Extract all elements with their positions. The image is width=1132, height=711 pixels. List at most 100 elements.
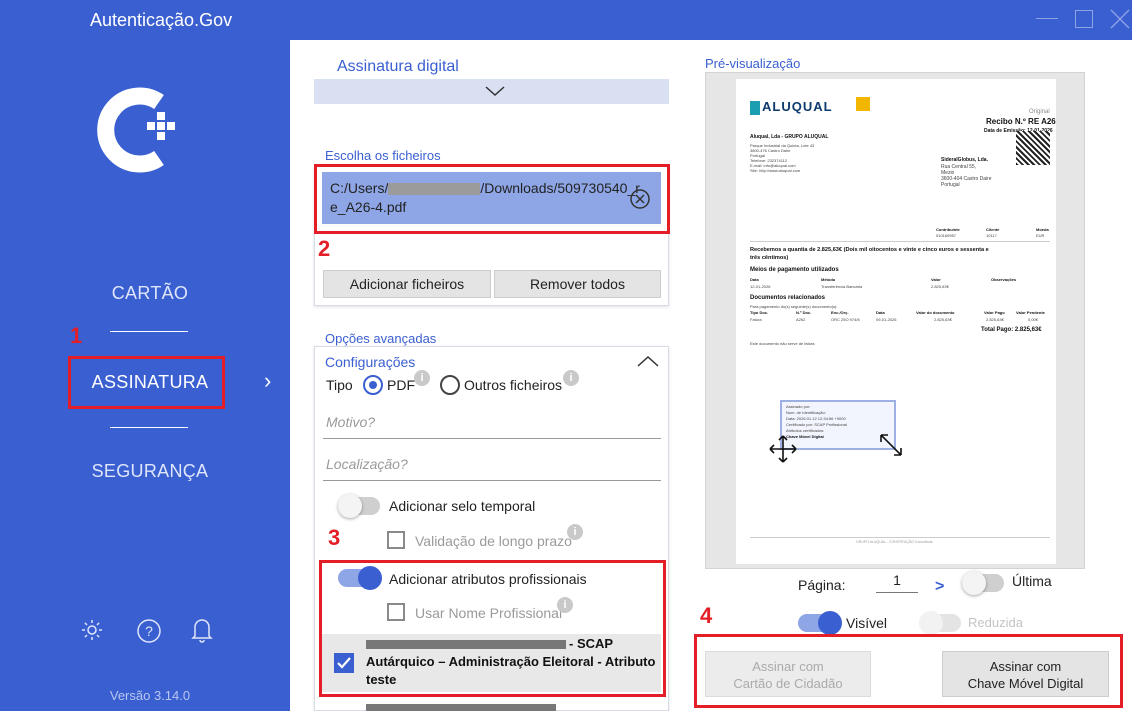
sign-cmd-line-1: Assinar com (989, 659, 1062, 674)
doc-docs-h5: Valor do documento (916, 310, 955, 315)
sig-line-1: Assinado por: (786, 404, 811, 409)
doc-h-contrib: Contribuinte (936, 227, 960, 232)
type-label: Tipo (326, 377, 353, 393)
add-files-button[interactable]: Adicionar ficheiros (323, 270, 491, 298)
maximize-icon[interactable] (1075, 10, 1093, 28)
doc-brand: ALUQUAL (762, 99, 833, 114)
doc-pay-v1: 12-01-2026 (750, 284, 771, 289)
radio-dot (369, 381, 377, 389)
toggle-knob (919, 611, 943, 635)
chevron-right-icon: › (264, 368, 272, 393)
doc-docs-v6: 2.825,63€ (986, 317, 1004, 322)
doc-note: Este documento não serve de fatura (750, 341, 815, 346)
sig-line-4: Certificado por: SCAP Profissional (786, 422, 847, 427)
doc-h-client: Cliente (986, 227, 1000, 232)
app-logo-icon (97, 87, 175, 173)
page-label: Página: (798, 577, 846, 593)
gear-icon[interactable] (80, 618, 104, 642)
long-term-label: Validação de longo prazo (415, 533, 572, 549)
pdf-label: PDF (387, 377, 415, 393)
visible-label: Visível (846, 615, 887, 631)
annotation-number-4: 4 (700, 603, 713, 628)
sign-citizen-card-button[interactable]: Assinar com Cartão de Cidadão (705, 651, 871, 697)
doc-h-currency: Moeda (1036, 227, 1049, 232)
doc-docs-h2: N.º Doc. (796, 310, 812, 315)
toggle-knob (818, 611, 842, 635)
page-input[interactable]: 1 (876, 572, 918, 588)
config-title: Configurações (325, 354, 416, 370)
doc-payment-title: Meios de pagamento utilizados (750, 267, 839, 273)
document-page: ALUQUAL Original Recibo N.º RE A26/4 Dat… (736, 79, 1056, 564)
partner-logo-icon (856, 97, 870, 111)
resize-icon[interactable] (878, 432, 904, 458)
page-input-underline (876, 592, 918, 593)
doc-v-contrib: 510169957 (936, 233, 957, 238)
sign-mobile-key-button[interactable]: Assinar com Chave Móvel Digital (942, 651, 1109, 697)
help-icon[interactable]: ? (136, 618, 162, 644)
sig-line-5: Atributos certificados: (786, 428, 825, 433)
location-input[interactable]: Localização? (326, 456, 408, 472)
doc-pay-h4: Observações (991, 277, 1017, 282)
section-collapse-bar[interactable] (314, 79, 669, 104)
info-icon[interactable]: i (414, 370, 430, 386)
minimize-icon[interactable] (1036, 18, 1058, 19)
doc-rule (750, 537, 1050, 538)
other-files-label: Outros ficheiros (464, 377, 563, 393)
doc-rule (750, 241, 1050, 242)
sign-cc-line-1: Assinar com (752, 659, 824, 674)
doc-docs-h7: Valor Pendente (1016, 310, 1045, 315)
info-icon[interactable]: i (567, 524, 583, 540)
doc-site: Site: http://www.aluqual.com (750, 168, 801, 173)
doc-client-name: SideralGlobus, Lda. (941, 157, 988, 163)
reason-input[interactable]: Motivo? (326, 414, 375, 430)
doc-v-client: 10117 (986, 233, 997, 238)
qr-code (1016, 131, 1050, 165)
other-files-radio[interactable] (440, 375, 460, 395)
doc-docs-sub: Para pagamento do(s) seguinte(s) documen… (750, 304, 838, 309)
doc-footer: GRUPO ALUQUAL - CONSTRUÇÃO Consultoria (856, 540, 933, 544)
doc-docs-v2: A262 (796, 317, 806, 322)
nav-seguranca[interactable]: SEGURANÇA (75, 461, 225, 482)
doc-client-addr4: Portugal (941, 182, 960, 188)
last-page-toggle[interactable] (962, 571, 1004, 595)
annotation-number-3: 3 (328, 525, 341, 550)
close-icon[interactable] (1110, 9, 1130, 29)
next-page-button[interactable]: > (935, 578, 944, 596)
annotation-box-2 (314, 164, 670, 234)
pdf-radio[interactable] (363, 375, 383, 395)
next-attribute-row-cutoff (366, 697, 576, 711)
reduced-label: Reduzida (968, 615, 1023, 630)
doc-pay-v3: 2.825,63€ (931, 284, 949, 289)
timestamp-toggle[interactable] (338, 494, 380, 518)
move-icon[interactable] (768, 434, 798, 464)
remove-all-button[interactable]: Remover todos (494, 270, 661, 298)
timestamp-label: Adicionar selo temporal (389, 498, 536, 514)
version-label: Versão 3.14.0 (109, 688, 191, 703)
doc-original: Original (1029, 109, 1050, 115)
annotation-box-3 (319, 560, 666, 697)
doc-pay-h1: Data (750, 277, 759, 282)
bell-icon[interactable] (190, 616, 214, 644)
advanced-options-title: Opções avançadas (325, 331, 437, 346)
chevron-up-icon[interactable] (636, 354, 660, 368)
nav-cartao[interactable]: CARTÃO (75, 283, 225, 304)
toggle-knob (338, 494, 362, 518)
doc-receipt-no: Recibo N.º RE A26/4 (986, 117, 1056, 126)
reason-underline (323, 438, 661, 439)
long-term-checkbox[interactable] (387, 531, 405, 549)
reduced-toggle[interactable] (919, 611, 961, 635)
info-icon[interactable]: i (563, 370, 579, 386)
doc-docs-h4: Data (876, 310, 885, 315)
annotation-box-1 (68, 356, 225, 409)
toggle-knob (962, 571, 986, 595)
annotation-number-1: 1 (70, 323, 83, 348)
signature-section-title: Assinatura digital (337, 58, 459, 75)
visible-toggle[interactable] (798, 611, 842, 635)
doc-docs-h1: Tipo Doc. (750, 310, 769, 315)
svg-text:?: ? (145, 623, 153, 639)
sign-cc-line-2: Cartão de Cidadão (733, 676, 843, 691)
doc-docs-v5: 2.825,63€ (934, 317, 952, 322)
files-title: Escolha os ficheiros (325, 148, 441, 163)
doc-docs-v7: 0,00€ (1028, 317, 1039, 322)
doc-v-currency: EUR (1036, 233, 1045, 238)
